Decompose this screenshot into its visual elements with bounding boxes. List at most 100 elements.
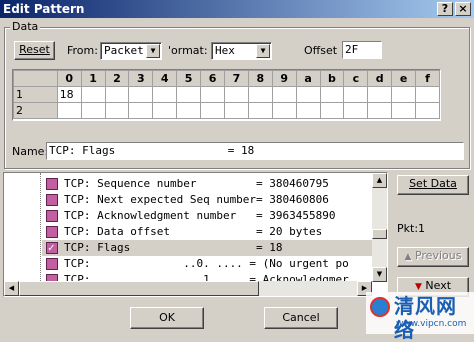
- grid-corner-cell: [13, 70, 58, 87]
- grid-column-header: 3: [128, 70, 154, 87]
- ok-button-label: OK: [159, 311, 175, 324]
- tree-item[interactable]: TCP: ..0. .... = (No urgent po: [42, 256, 372, 272]
- grid-cell[interactable]: [415, 86, 440, 103]
- reset-button[interactable]: Reset: [14, 41, 55, 60]
- grid-row-header: 1: [13, 86, 58, 103]
- field-icon[interactable]: [46, 194, 58, 206]
- set-data-button-label: Set Data: [409, 177, 457, 190]
- format-select-value: Hex: [215, 44, 235, 57]
- field-icon[interactable]: [46, 226, 58, 238]
- format-label: 'ormat:: [168, 44, 208, 57]
- grid-column-header: e: [391, 70, 417, 87]
- grid-column-header: 5: [176, 70, 202, 87]
- grid-column-header: 0: [56, 70, 82, 87]
- grid-cell[interactable]: [319, 86, 345, 103]
- from-select-value: Packet: [104, 44, 144, 57]
- grid-cell[interactable]: [176, 86, 202, 103]
- grid-cell[interactable]: [415, 102, 440, 119]
- horizontal-scrollbar[interactable]: ◀ ▶: [4, 281, 372, 296]
- grid-cell[interactable]: [391, 102, 417, 119]
- grid-cell[interactable]: [223, 86, 249, 103]
- grid-column-header: 1: [80, 70, 106, 87]
- grid-cell[interactable]: [343, 102, 369, 119]
- field-icon[interactable]: [46, 210, 58, 222]
- grid-cell[interactable]: [200, 102, 225, 119]
- tree-item-label: TCP: ..0. .... = (No urgent po: [64, 257, 349, 270]
- grid-cell[interactable]: [104, 102, 130, 119]
- field-icon[interactable]: [46, 258, 58, 270]
- tree-item-label: TCP: Data offset = 20 bytes: [64, 225, 323, 238]
- watermark-logo-icon: [370, 297, 390, 317]
- scroll-down-icon[interactable]: ▼: [372, 267, 387, 282]
- next-arrow-icon: ▼: [414, 282, 422, 292]
- grid-cell[interactable]: [104, 86, 130, 103]
- previous-arrow-icon: ▲: [404, 252, 412, 262]
- packet-tree[interactable]: TCP: Sequence number = 380460795 TCP: Nex…: [3, 172, 388, 297]
- grid-cell[interactable]: [223, 102, 249, 119]
- grid-cell[interactable]: [367, 102, 393, 119]
- grid-header-row: 0123456789abcdef: [13, 70, 440, 87]
- grid-cell[interactable]: [152, 102, 178, 119]
- offset-input[interactable]: 2F: [342, 41, 382, 59]
- scroll-up-icon[interactable]: ▲: [372, 173, 387, 188]
- grid-cell[interactable]: [80, 86, 106, 103]
- horizontal-scroll-thumb[interactable]: [19, 281, 259, 296]
- watermark-text: 清风网络: [394, 294, 457, 342]
- grid-column-header: 7: [223, 70, 249, 87]
- grid-cell[interactable]: [295, 86, 321, 103]
- title-bar: Edit Pattern: [0, 0, 474, 18]
- tree-item[interactable]: TCP: Data offset = 20 bytes: [42, 224, 372, 240]
- grid-cell[interactable]: [271, 86, 297, 103]
- grid-column-header: 4: [152, 70, 178, 87]
- tree-item[interactable]: TCP: Next expected Seq number= 380460806: [42, 192, 372, 208]
- tree-connector-line: [40, 173, 41, 283]
- grid-cell[interactable]: [128, 86, 154, 103]
- chevron-down-icon[interactable]: ▼: [146, 44, 160, 58]
- close-button[interactable]: ×: [455, 2, 471, 16]
- grid-column-header: 6: [200, 70, 225, 87]
- format-select[interactable]: Hex ▼: [211, 42, 272, 60]
- grid-cell[interactable]: [56, 102, 82, 119]
- vertical-scrollbar[interactable]: ▲ ▼: [372, 173, 387, 282]
- grid-cell[interactable]: [80, 102, 106, 119]
- data-group-label: Data: [10, 20, 41, 33]
- field-icon[interactable]: [46, 178, 58, 190]
- grid-cell[interactable]: [295, 102, 321, 119]
- grid-cell[interactable]: 18: [56, 86, 82, 103]
- data-grid[interactable]: 0 1 2 3 4 5 6 7 8 9 a b c d e f 1 18 2: [12, 69, 441, 121]
- ok-button[interactable]: OK: [130, 307, 204, 329]
- tree-item[interactable]: TCP: Sequence number = 380460795: [42, 176, 372, 192]
- window-title: Edit Pattern: [3, 2, 85, 16]
- watermark: 清风网络 www.vipcn.com: [366, 292, 474, 342]
- checked-field-icon[interactable]: [46, 240, 58, 256]
- offset-label: Offset: [304, 44, 338, 57]
- grid-cell[interactable]: [271, 102, 297, 119]
- scroll-left-icon[interactable]: ◀: [4, 281, 19, 296]
- grid-column-header: 9: [271, 70, 297, 87]
- grid-cell[interactable]: [128, 102, 154, 119]
- grid-cell[interactable]: [176, 102, 202, 119]
- set-data-button[interactable]: Set Data: [397, 175, 469, 195]
- previous-button-label: Previous: [414, 249, 462, 262]
- grid-cell[interactable]: [247, 102, 273, 119]
- cancel-button[interactable]: Cancel: [264, 307, 338, 329]
- previous-button[interactable]: ▲ Previous: [397, 247, 469, 267]
- from-select[interactable]: Packet ▼: [100, 42, 162, 60]
- grid-cell[interactable]: [391, 86, 417, 103]
- grid-cell[interactable]: [200, 86, 225, 103]
- help-button[interactable]: ?: [437, 2, 453, 16]
- grid-cell[interactable]: [343, 86, 369, 103]
- name-input[interactable]: TCP: Flags = 18: [46, 142, 464, 160]
- grid-cell[interactable]: [319, 102, 345, 119]
- grid-cell[interactable]: [247, 86, 273, 103]
- tree-item[interactable]: TCP: Acknowledgment number = 3963455890: [42, 208, 372, 224]
- grid-row: 1 18: [13, 86, 440, 103]
- vertical-scroll-thumb[interactable]: [372, 229, 387, 239]
- grid-cell[interactable]: [367, 86, 393, 103]
- grid-column-header: f: [415, 70, 440, 87]
- grid-column-header: d: [367, 70, 393, 87]
- chevron-down-icon[interactable]: ▼: [256, 44, 270, 58]
- tree-item[interactable]: TCP: Flags = 18: [42, 240, 372, 256]
- grid-cell[interactable]: [152, 86, 178, 103]
- grid-row-header: 2: [13, 102, 58, 119]
